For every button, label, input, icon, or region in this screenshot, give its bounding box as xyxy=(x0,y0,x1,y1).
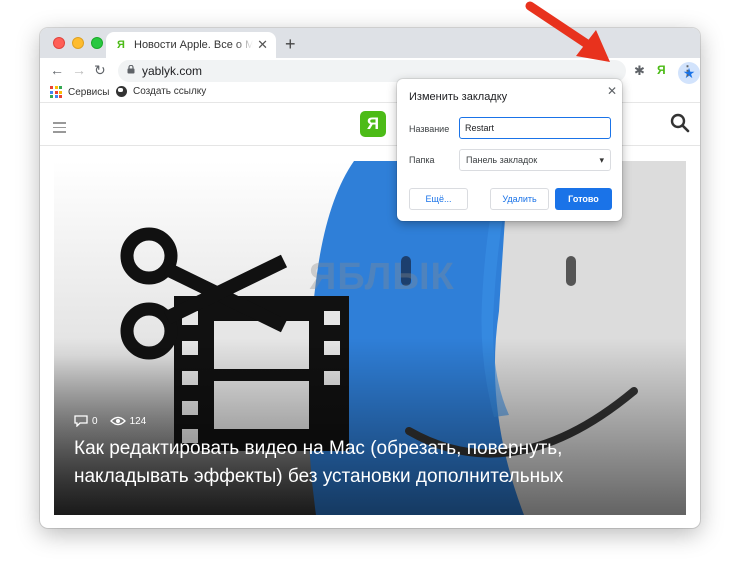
chevron-down-icon: ▾ xyxy=(599,154,604,165)
close-window-button[interactable] xyxy=(53,37,65,49)
minimize-window-button[interactable] xyxy=(72,37,84,49)
zoom-window-button[interactable] xyxy=(91,37,103,49)
bookmark-services[interactable]: Сервисы xyxy=(50,86,109,98)
edit-bookmark-dialog: Изменить закладку ✕ Название Папка Панел… xyxy=(397,79,622,221)
article-headline[interactable]: Как редактировать видео на Mac (обрезать… xyxy=(74,435,634,491)
folder-label: Папка xyxy=(409,155,435,165)
extensions-puzzle-icon[interactable]: ✱ xyxy=(634,63,645,79)
close-tab-icon[interactable]: ✕ xyxy=(257,37,268,53)
comments-icon xyxy=(74,415,88,427)
search-icon[interactable] xyxy=(670,113,690,133)
comments-count: 0 xyxy=(92,415,98,427)
bookmark-create-link-label: Создать ссылку xyxy=(133,86,207,97)
watermark: ЯБЛЫК xyxy=(309,256,455,298)
back-button[interactable]: ← xyxy=(50,62,64,78)
tab-title: Новости Apple. Все о Mac, iPhone xyxy=(134,39,254,51)
tab-active[interactable]: Я Новости Apple. Все о Mac, iPhone ✕ xyxy=(106,32,276,58)
folder-select[interactable]: Панель закладок ▾ xyxy=(459,149,611,171)
yablyk-extension-icon[interactable]: Я xyxy=(657,63,666,77)
bookmark-name-input[interactable] xyxy=(459,117,611,139)
lock-icon xyxy=(127,65,135,74)
close-icon[interactable]: ✕ xyxy=(607,84,617,98)
red-arrow-annotation xyxy=(525,1,610,62)
new-tab-button[interactable]: + xyxy=(285,34,296,55)
more-button[interactable]: Ещё... xyxy=(409,188,468,210)
forward-button[interactable]: → xyxy=(72,62,86,78)
article-meta: 0 124 xyxy=(74,415,158,427)
site-favicon-icon: Я xyxy=(114,38,128,52)
folder-select-value: Панель закладок xyxy=(466,155,538,165)
views-count: 124 xyxy=(129,415,147,427)
delete-button[interactable]: Удалить xyxy=(490,188,549,210)
url-text[interactable]: yablyk.com xyxy=(142,64,202,78)
eye-icon xyxy=(109,416,126,426)
site-logo[interactable]: Я xyxy=(360,111,386,137)
browser-menu-icon[interactable]: ⋮ xyxy=(681,63,694,79)
apps-grid-icon xyxy=(50,86,62,98)
done-button[interactable]: Готово xyxy=(555,188,612,210)
name-label: Название xyxy=(409,124,450,134)
hamburger-menu-icon[interactable] xyxy=(53,122,66,136)
globe-icon xyxy=(116,86,127,97)
bookmark-services-label: Сервисы xyxy=(68,86,110,98)
reload-button[interactable]: ↻ xyxy=(94,62,106,79)
bookmark-create-link[interactable]: Создать ссылку xyxy=(116,86,206,97)
dialog-title: Изменить закладку xyxy=(409,91,508,103)
